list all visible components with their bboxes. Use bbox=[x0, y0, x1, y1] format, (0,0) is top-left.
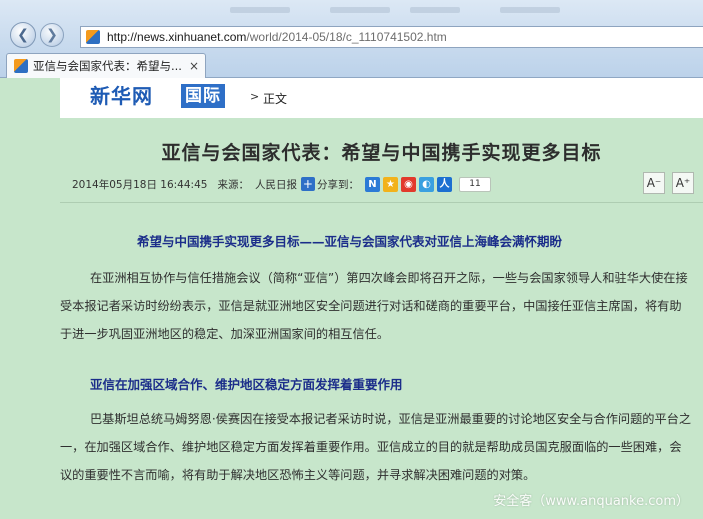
site-favicon-icon bbox=[85, 29, 101, 45]
address-bar[interactable]: http://news.xinhuanet.com/world/2014-05/… bbox=[80, 26, 703, 48]
share-count: 11 bbox=[458, 176, 491, 192]
article-paragraph-1: 在亚洲相互协作与信任措施会议（简称“亚信”）第四次峰会即将召开之际，一些与会国家… bbox=[60, 271, 688, 341]
tab-title: 亚信与会国家代表：希望与... bbox=[33, 59, 182, 73]
share-plus-icon[interactable]: + bbox=[300, 177, 315, 191]
tab-article[interactable]: 亚信与会国家代表：希望与... × bbox=[6, 53, 206, 78]
background-toolbar-strip bbox=[0, 2, 703, 18]
forward-button[interactable]: ❯ bbox=[40, 23, 64, 47]
url-host: http://news.xinhuanet.com bbox=[107, 30, 247, 44]
share-weibo-icon[interactable]: ◉ bbox=[400, 176, 416, 192]
brand-logo[interactable]: 新华网 bbox=[90, 82, 153, 110]
share-label: 分享到： bbox=[316, 178, 359, 191]
article-subheading-2: 亚信在加强区域合作、维护地区稳定方面发挥着重要作用 bbox=[90, 377, 403, 392]
arrow-left-icon: ❮ bbox=[17, 27, 29, 43]
back-button[interactable]: ❮ bbox=[10, 22, 36, 48]
page-content: 新华网 国际 > 正文 亚信与会国家代表：希望与中国携手实现更多目标 2014年… bbox=[0, 78, 703, 519]
article-paragraph-2: 巴基斯坦总统马姆努恩·侯赛因在接受本报记者采访时说，亚信是亚洲最重要的讨论地区安… bbox=[60, 412, 692, 482]
divider bbox=[60, 202, 703, 203]
article-title: 亚信与会国家代表：希望与中国携手实现更多目标 bbox=[161, 142, 602, 164]
tab-favicon-icon bbox=[13, 58, 29, 74]
tab-close-button[interactable]: × bbox=[187, 59, 201, 73]
article-meta: 2014年05月18日 16:44:45 来源： 人民日报 + 分享到： N ★… bbox=[72, 175, 491, 193]
share-qzone-icon[interactable]: ★ bbox=[382, 176, 398, 192]
share-tencent-icon[interactable]: ◐ bbox=[418, 176, 434, 192]
watermark: 安全客（www.anquanke.com） bbox=[493, 494, 689, 509]
breadcrumb-separator: > bbox=[250, 90, 260, 103]
font-decrease-button[interactable]: A⁻ bbox=[643, 172, 665, 194]
font-increase-button[interactable]: A⁺ bbox=[672, 172, 694, 194]
arrow-right-icon: ❯ bbox=[46, 27, 58, 43]
site-header: 新华网 国际 > 正文 bbox=[60, 78, 703, 118]
url-path: /world/2014-05/18/c_1110741502.htm bbox=[246, 30, 447, 44]
share-icons: N ★ ◉ ◐ 人 bbox=[364, 176, 455, 192]
channel-logo[interactable]: 国际 bbox=[181, 84, 225, 108]
article-subheading-1: 希望与中国携手实现更多目标——亚信与会国家代表对亚信上海峰会满怀期盼 bbox=[137, 234, 563, 249]
publish-date: 2014年05月18日 16:44:45 bbox=[72, 178, 208, 191]
browser-chrome: ❮ ❯ http://news.xinhuanet.com/world/2014… bbox=[0, 0, 703, 78]
share-renren-icon[interactable]: N bbox=[364, 176, 380, 192]
source-name: 人民日报 bbox=[254, 178, 297, 191]
share-people-icon[interactable]: 人 bbox=[436, 176, 452, 192]
breadcrumb-current: 正文 bbox=[263, 92, 288, 106]
source-label: 来源： bbox=[217, 178, 249, 191]
